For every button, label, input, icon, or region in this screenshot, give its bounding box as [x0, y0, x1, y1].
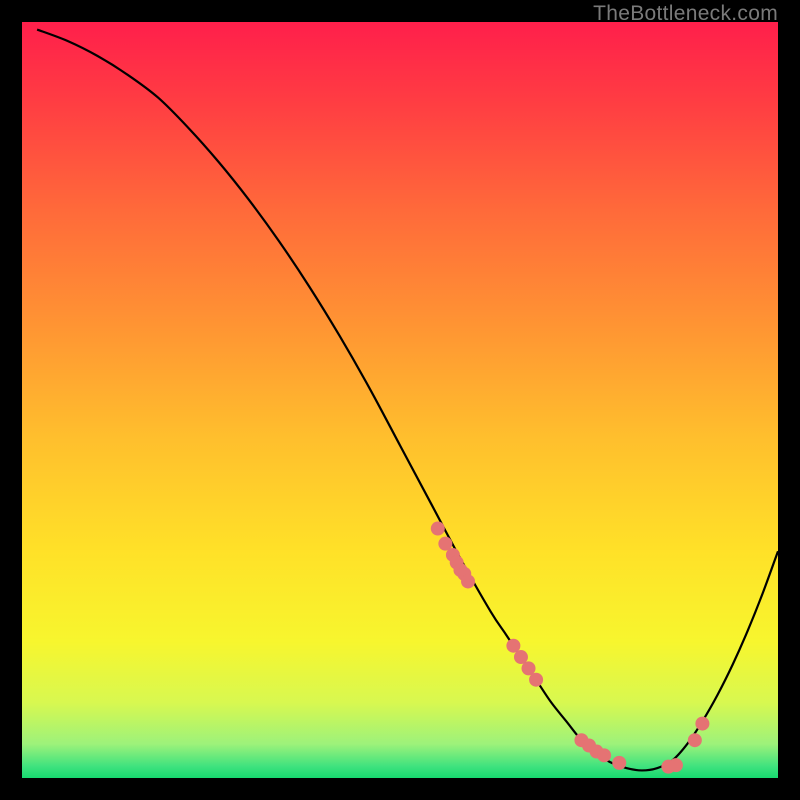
data-point [461, 574, 475, 588]
data-point [688, 733, 702, 747]
data-point [695, 717, 709, 731]
data-point [431, 522, 445, 536]
chart-background-gradient [22, 22, 778, 778]
data-point [597, 748, 611, 762]
data-point [669, 758, 683, 772]
data-point [529, 673, 543, 687]
data-point [612, 756, 626, 770]
chart-svg [22, 22, 778, 778]
chart-plot-area [22, 22, 778, 778]
